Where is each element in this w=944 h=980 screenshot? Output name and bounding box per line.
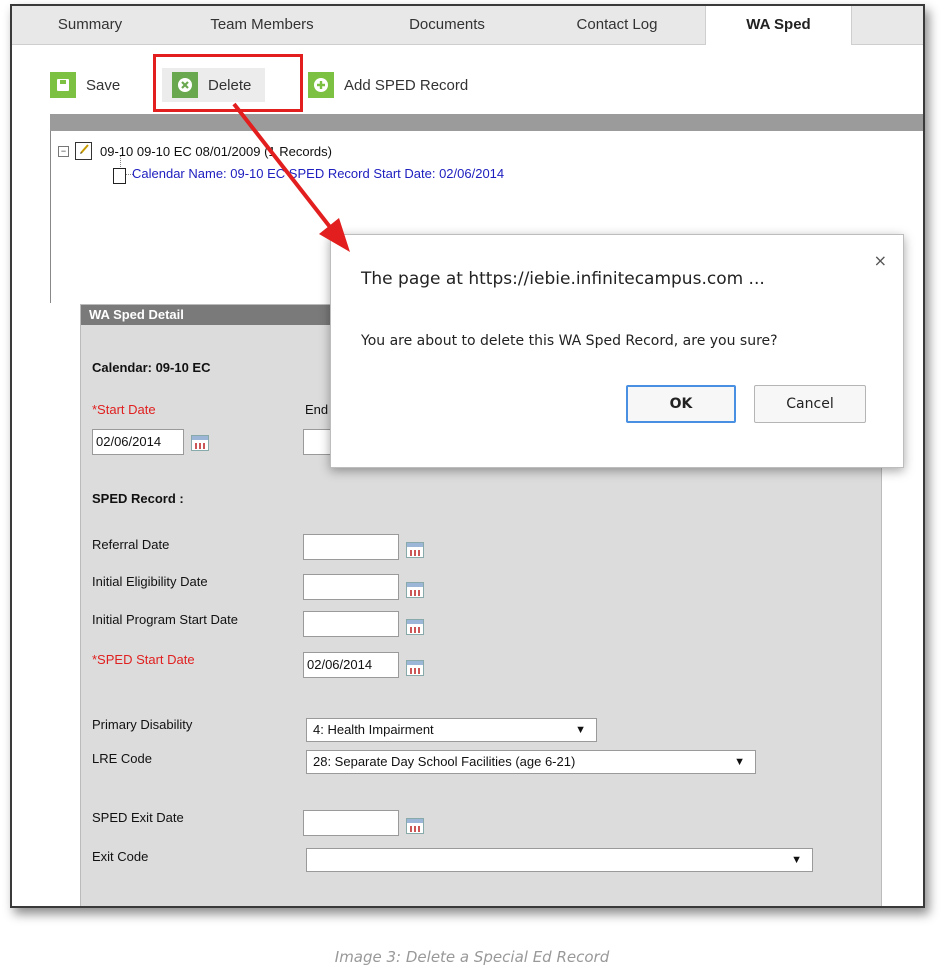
sped-exit-date-input[interactable]: [303, 810, 399, 836]
dropdown-arrow-icon: ▼: [734, 756, 745, 768]
calendar-icon[interactable]: [191, 435, 209, 451]
dialog-message: You are about to delete this WA Sped Rec…: [361, 333, 778, 349]
calendar-icon[interactable]: [406, 660, 424, 676]
sped-start-date-input[interactable]: 02/06/2014: [303, 652, 399, 678]
initial-program-start-input[interactable]: [303, 611, 399, 637]
dropdown-arrow-icon: ▼: [575, 724, 586, 736]
calendar-label: Calendar: 09-10 EC: [92, 360, 211, 375]
lre-code-select[interactable]: 28: Separate Day School Facilities (age …: [306, 750, 756, 774]
screenshot-frame: Summary Team Members Documents Contact L…: [10, 4, 925, 908]
exit-code-select[interactable]: ▼: [306, 848, 813, 872]
referral-date-label: Referral Date: [92, 537, 170, 552]
sped-exit-date-label: SPED Exit Date: [92, 810, 184, 825]
image-caption: Image 3: Delete a Special Ed Record: [334, 948, 610, 966]
dropdown-arrow-icon: ▼: [791, 854, 802, 866]
exit-code-label: Exit Code: [92, 849, 149, 864]
lre-code-value: 28: Separate Day School Facilities (age …: [313, 754, 576, 769]
sped-start-date-label: *SPED Start Date: [92, 652, 195, 667]
initial-eligibility-input[interactable]: [303, 574, 399, 600]
calendar-icon[interactable]: [406, 582, 424, 598]
referral-date-input[interactable]: [303, 534, 399, 560]
initial-eligibility-label: Initial Eligibility Date: [92, 574, 208, 589]
primary-disability-select[interactable]: 4: Health Impairment ▼: [306, 718, 597, 742]
primary-disability-label: Primary Disability: [92, 717, 193, 732]
initial-program-start-label: Initial Program Start Date: [92, 612, 238, 627]
sped-record-label: SPED Record :: [92, 491, 184, 506]
cancel-button[interactable]: Cancel: [754, 385, 866, 423]
start-date-label: *Start Date: [92, 402, 156, 417]
end-date-label: End: [305, 402, 329, 417]
calendar-icon[interactable]: [406, 542, 424, 558]
primary-disability-value: 4: Health Impairment: [313, 722, 434, 737]
calendar-icon[interactable]: [406, 818, 424, 834]
pointer-arrow: [232, 102, 350, 252]
lre-code-label: LRE Code: [92, 751, 152, 766]
start-date-input[interactable]: 02/06/2014: [92, 429, 184, 455]
calendar-icon[interactable]: [406, 619, 424, 635]
ok-button[interactable]: OK: [626, 385, 736, 423]
